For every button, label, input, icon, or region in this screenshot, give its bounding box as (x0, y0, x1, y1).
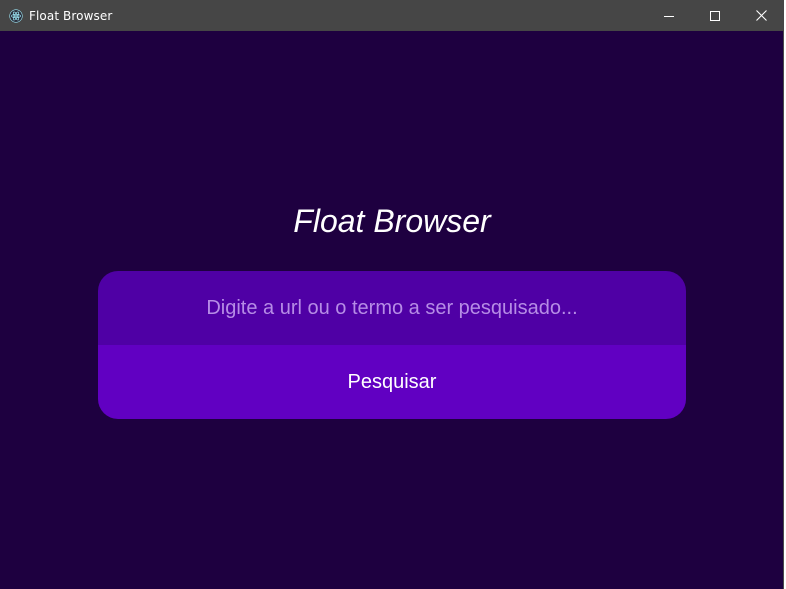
minimize-button[interactable] (646, 0, 692, 31)
app-window: Float Browser Float Browser Digite a url… (0, 0, 784, 589)
search-card: Pesquisar (98, 271, 686, 419)
minimize-icon (664, 11, 674, 21)
maximize-icon (710, 10, 720, 21)
page-title: Float Browser (293, 203, 491, 239)
window-title: Float Browser (29, 8, 113, 23)
title-bar[interactable]: Float Browser (0, 0, 784, 31)
electron-atom-icon (8, 8, 24, 24)
window-controls (646, 0, 784, 31)
close-button[interactable] (738, 0, 784, 31)
maximize-button[interactable] (692, 0, 738, 31)
close-icon (755, 10, 767, 21)
search-button[interactable]: Pesquisar (98, 345, 686, 419)
search-input[interactable] (98, 271, 686, 345)
main-content: Float Browser Pesquisar (0, 31, 784, 589)
